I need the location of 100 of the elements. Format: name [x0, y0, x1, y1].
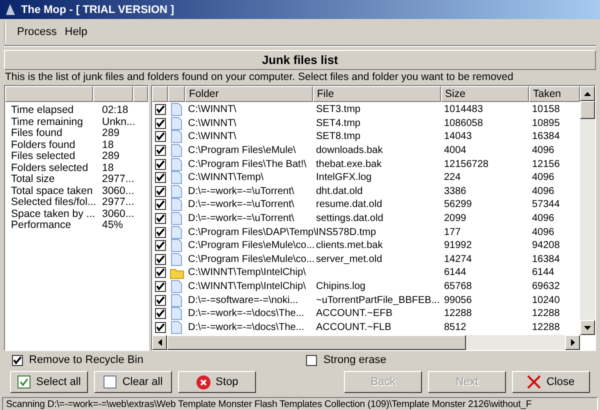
checkbox[interactable]: [155, 254, 166, 265]
stat-value: 3060...: [102, 208, 136, 220]
folder-cell-text: C:\Program Files\eMule\: [187, 145, 297, 156]
folder-cell-text: C:\Program Files\eMule\co...: [187, 254, 313, 265]
file-icon: [171, 144, 182, 158]
checkbox[interactable]: [12, 354, 23, 366]
action-button[interactable]: Clear all: [94, 371, 172, 393]
taken-cell-text: 4096: [531, 172, 556, 184]
taken-cell-text: 12288: [531, 308, 561, 320]
taken-cell-text: 94208: [531, 240, 561, 252]
file-icon: [171, 184, 182, 198]
right-arrow-icon: [570, 339, 574, 346]
stat-label: Files found: [11, 128, 62, 140]
folder-cell-text: D:\=-=software=-=\noki...: [187, 294, 300, 306]
column-header[interactable]: [93, 86, 133, 102]
checkbox[interactable]: [155, 104, 166, 116]
checkbox[interactable]: [155, 281, 166, 292]
checkbox[interactable]: [155, 172, 166, 184]
column-header[interactable]: [152, 86, 168, 102]
stat-value: 289: [102, 151, 121, 162]
taken-cell-text: 57344: [531, 199, 561, 210]
horizontal-scrollbar[interactable]: [152, 335, 580, 350]
menu-item[interactable]: Process: [14, 26, 60, 38]
description-text: This is the list of junk files and folders found on your computer. Select files and folder you want to be removed: [4, 70, 514, 84]
taken-cell-text: 69632: [531, 281, 561, 292]
file-icon: [171, 226, 182, 239]
checkbox-icon: [103, 375, 118, 389]
option-label: Remove to Recycle Bin: [29, 354, 144, 366]
up-arrow-icon: [584, 92, 591, 96]
stat-value: 289: [102, 128, 121, 140]
stat-label: Folders found: [11, 140, 76, 151]
column-header[interactable]: Size: [441, 86, 529, 102]
stat-label: Total space taken: [11, 186, 94, 196]
scroll-thumb[interactable]: [167, 335, 466, 350]
column-header[interactable]: [168, 86, 185, 102]
checkbox[interactable]: [155, 308, 166, 320]
file-cell-text: downloads.bak: [315, 145, 384, 156]
app-icon: [4, 3, 17, 16]
checkbox[interactable]: [155, 226, 166, 238]
stat-value: 2977...: [102, 174, 136, 186]
file-icon: [171, 130, 182, 144]
folder-cell-text: D:\=-=work=-=\docs\The...: [187, 322, 306, 333]
folder-cell-text: C:\WINNT\Temp\IntelChip\: [187, 281, 307, 292]
checkbox[interactable]: [306, 354, 318, 366]
section-header: Junk files list: [4, 50, 596, 70]
menu-item[interactable]: Help: [62, 26, 90, 38]
size-cell-text: 6144: [443, 267, 468, 278]
file-cell-text: dht.dat.old: [315, 186, 364, 197]
checkbox[interactable]: [155, 294, 166, 306]
stat-value: 02:18: [102, 105, 130, 116]
size-cell-text: 14043: [443, 131, 473, 142]
checkbox[interactable]: [155, 213, 166, 224]
window-title: The Mop - [ TRIAL VERSION ]: [21, 4, 174, 16]
checkbox[interactable]: [155, 131, 166, 142]
size-cell-text: 99056: [443, 294, 473, 306]
file-icon: [171, 320, 182, 334]
checkbox[interactable]: [155, 186, 166, 197]
folder-cell-text: D:\=-=work=-=\uTorrent\: [187, 199, 296, 210]
checkbox[interactable]: [155, 145, 166, 156]
taken-cell-text: 16384: [531, 131, 561, 142]
folder-cell-text: C:\Program Files\eMule\co...: [187, 240, 313, 252]
file-icon: [171, 158, 182, 171]
column-header[interactable]: Folder: [185, 86, 313, 102]
status-bar: Scanning D:\=-=work=-=\web\extras\Web Template Monster Flash Templates Collection (109)\Template Monster 2126\without_F: [2, 397, 598, 410]
vertical-scrollbar[interactable]: [580, 86, 595, 335]
action-button[interactable]: Stop: [178, 371, 256, 393]
checkbox[interactable]: [155, 158, 166, 170]
taken-cell-text: 12156: [531, 158, 561, 170]
file-cell-text: Chipins.log: [315, 281, 366, 292]
folder-cell-text: D:\=-=work=-=\docs\The...: [187, 308, 306, 320]
column-header[interactable]: Taken: [529, 86, 580, 102]
size-cell-text: 3386: [443, 186, 468, 197]
action-button[interactable]: Close: [512, 371, 590, 393]
column-header[interactable]: File: [313, 86, 441, 102]
file-cell-text: resume.dat.old: [315, 199, 384, 210]
taken-cell-text: 10240: [531, 294, 561, 306]
checkbox[interactable]: [155, 322, 166, 333]
checkbox[interactable]: [155, 118, 166, 129]
size-cell-text: 224: [443, 172, 462, 184]
file-icon: [171, 103, 182, 116]
file-cell-text: IntelGFX.log: [315, 172, 373, 184]
taken-cell-text: 12288: [531, 322, 561, 333]
checkbox[interactable]: [155, 267, 166, 278]
checkbox-icon: [17, 375, 32, 389]
folder-cell-text: D:\=-=work=-=\uTorrent\: [187, 186, 296, 197]
column-header[interactable]: [133, 86, 148, 102]
file-cell-text: ~uTorrentPartFile_BBFEB...: [315, 294, 441, 306]
folder-icon: [170, 266, 184, 279]
stat-value: 2977...: [102, 197, 136, 208]
option-label: Strong erase: [323, 354, 386, 366]
action-button[interactable]: Select all: [10, 371, 88, 393]
size-cell-text: 14274: [443, 254, 473, 265]
scroll-thumb[interactable]: [580, 101, 595, 119]
stat-value: 45%: [102, 220, 124, 232]
stat-label: Performance: [11, 220, 72, 232]
checkbox[interactable]: [155, 199, 166, 210]
checkbox[interactable]: [155, 240, 166, 252]
column-header[interactable]: [5, 86, 93, 102]
stat-value: 3060...: [102, 186, 136, 197]
size-cell-text: 2099: [443, 213, 468, 224]
